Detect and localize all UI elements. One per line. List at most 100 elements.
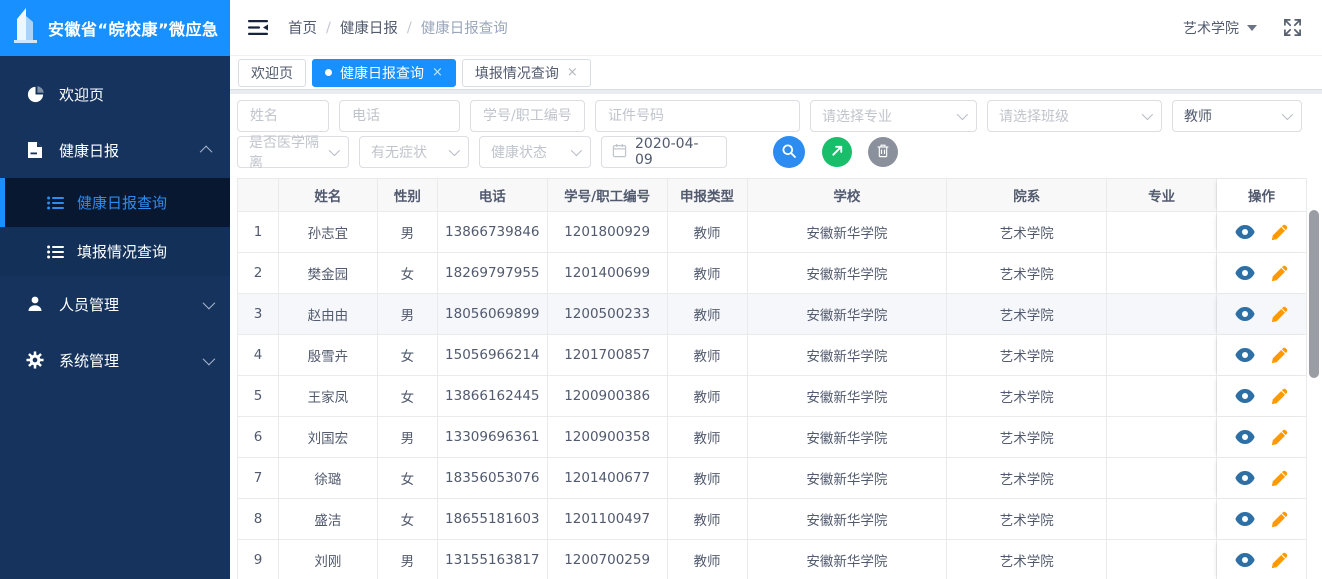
major-cell	[1107, 376, 1218, 417]
breadcrumb-health-daily[interactable]: 健康日报	[340, 17, 398, 38]
type-cell: 教师	[667, 253, 748, 294]
tab-label: 健康日报查询	[340, 65, 424, 82]
fullscreen-icon[interactable]	[1283, 18, 1302, 37]
column-header-department: 院系	[947, 179, 1108, 212]
delete-button[interactable]	[868, 137, 898, 167]
type-cell: 教师	[667, 335, 748, 376]
edit-icon[interactable]	[1271, 511, 1288, 528]
isolation-select[interactable]: 是否医学隔离	[237, 135, 349, 171]
major-cell	[1107, 458, 1218, 499]
sidebar-collapse-icon[interactable]	[248, 19, 268, 36]
table-header-row: 姓名 性别 电话 学号/职工编号 申报类型 学校 院系 专业 操作	[238, 179, 1307, 212]
health-status-select[interactable]: 健康状态	[479, 136, 591, 168]
view-icon[interactable]	[1235, 512, 1255, 526]
symptom-select[interactable]: 有无症状	[359, 136, 469, 168]
edit-icon[interactable]	[1271, 306, 1288, 323]
main-area: 首页 / 健康日报 / 健康日报查询 艺术学院 欢迎页 健康日报查询 × 填报情…	[230, 0, 1322, 579]
name-input[interactable]	[237, 100, 329, 132]
staff-id-input[interactable]	[470, 100, 585, 132]
name-cell: 殷雪卉	[278, 335, 378, 376]
view-icon[interactable]	[1235, 471, 1255, 485]
view-icon[interactable]	[1235, 348, 1255, 362]
page-content: 请选择专业 请选择班级 教师 是否医学隔离	[230, 94, 1322, 579]
edit-icon[interactable]	[1271, 224, 1288, 241]
list-icon	[47, 245, 65, 259]
row-index-cell: 2	[238, 253, 279, 294]
major-cell	[1107, 212, 1218, 253]
name-cell: 赵由由	[278, 294, 378, 335]
org-selector[interactable]: 艺术学院	[1183, 18, 1257, 38]
tab-health-daily-query[interactable]: 健康日报查询 ×	[312, 58, 456, 87]
column-header	[238, 179, 279, 212]
column-header-phone: 电话	[437, 179, 548, 212]
person-type-select-value: 教师	[1184, 109, 1212, 125]
staff-id-cell: 1201400699	[547, 253, 668, 294]
view-icon[interactable]	[1235, 225, 1255, 239]
row-actions-cell	[1217, 499, 1307, 540]
sidebar-item-report-status-query[interactable]: 填报情况查询	[0, 227, 230, 276]
tab-welcome[interactable]: 欢迎页	[238, 58, 306, 87]
gender-cell: 女	[377, 376, 438, 417]
filter-row-2: 是否医学隔离 有无症状 健康状态 2020-04-09	[237, 135, 1322, 171]
major-select[interactable]: 请选择专业	[810, 100, 977, 132]
department-cell: 艺术学院	[947, 376, 1108, 417]
type-cell: 教师	[667, 458, 748, 499]
sidebar-item-system[interactable]: 系统管理	[0, 332, 230, 388]
breadcrumb-home[interactable]: 首页	[288, 17, 317, 38]
type-cell: 教师	[667, 294, 748, 335]
date-picker[interactable]: 2020-04-09	[601, 136, 727, 168]
isolation-select-placeholder: 是否医学隔离	[249, 135, 319, 171]
close-icon[interactable]: ×	[432, 66, 443, 79]
table-row: 6 刘国宏 男 13309696361 1200900358 教师 安徽新华学院…	[238, 417, 1307, 458]
edit-icon[interactable]	[1271, 347, 1288, 364]
department-cell: 艺术学院	[947, 212, 1108, 253]
sidebar-item-personnel[interactable]: 人员管理	[0, 276, 230, 332]
row-index-cell: 1	[238, 212, 279, 253]
edit-icon[interactable]	[1271, 265, 1288, 282]
search-button[interactable]	[773, 136, 805, 168]
staff-id-cell: 1200700259	[547, 540, 668, 579]
topbar: 首页 / 健康日报 / 健康日报查询 艺术学院	[230, 0, 1322, 56]
row-index-cell: 3	[238, 294, 279, 335]
chevron-up-icon	[199, 145, 213, 158]
edit-icon[interactable]	[1271, 552, 1288, 569]
person-type-select[interactable]: 教师	[1172, 100, 1302, 132]
sidebar-item-health-daily-query[interactable]: 健康日报查询	[0, 178, 230, 227]
tab-report-status-query[interactable]: 填报情况查询 ×	[461, 58, 591, 87]
row-actions-cell	[1217, 417, 1307, 458]
table-body: 1 孙志宜 男 13866739846 1201800929 教师 安徽新华学院…	[238, 212, 1307, 579]
class-select[interactable]: 请选择班级	[987, 100, 1162, 132]
row-index-cell: 5	[238, 376, 279, 417]
close-icon[interactable]: ×	[567, 66, 578, 79]
dashboard-icon	[24, 85, 46, 104]
major-cell	[1107, 499, 1218, 540]
major-cell	[1107, 335, 1218, 376]
edit-icon[interactable]	[1271, 470, 1288, 487]
view-icon[interactable]	[1235, 389, 1255, 403]
gender-cell: 女	[377, 335, 438, 376]
sidebar-item-label: 系统管理	[59, 351, 120, 370]
scrollbar-thumb[interactable]	[1309, 210, 1319, 378]
sidebar-item-health-daily[interactable]: 健康日报	[0, 122, 230, 178]
health-status-select-placeholder: 健康状态	[491, 145, 547, 161]
id-card-input[interactable]	[595, 100, 800, 132]
sidebar-item-welcome[interactable]: 欢迎页	[0, 66, 230, 122]
gender-cell: 女	[377, 253, 438, 294]
view-icon[interactable]	[1235, 307, 1255, 321]
view-icon[interactable]	[1235, 553, 1255, 567]
name-cell: 徐璐	[278, 458, 378, 499]
type-cell: 教师	[667, 540, 748, 579]
view-icon[interactable]	[1235, 266, 1255, 280]
department-cell: 艺术学院	[947, 417, 1108, 458]
edit-icon[interactable]	[1271, 388, 1288, 405]
phone-input[interactable]	[339, 100, 460, 132]
export-button[interactable]	[822, 137, 852, 167]
chevron-down-icon	[956, 108, 969, 121]
edit-icon[interactable]	[1271, 429, 1288, 446]
column-header-gender: 性别	[377, 179, 438, 212]
row-actions-cell	[1217, 540, 1307, 579]
app-logo: 安徽省“皖校康”微应急	[0, 0, 230, 56]
major-select-placeholder: 请选择专业	[822, 109, 892, 125]
column-header-actions: 操作	[1217, 179, 1307, 212]
view-icon[interactable]	[1235, 430, 1255, 444]
